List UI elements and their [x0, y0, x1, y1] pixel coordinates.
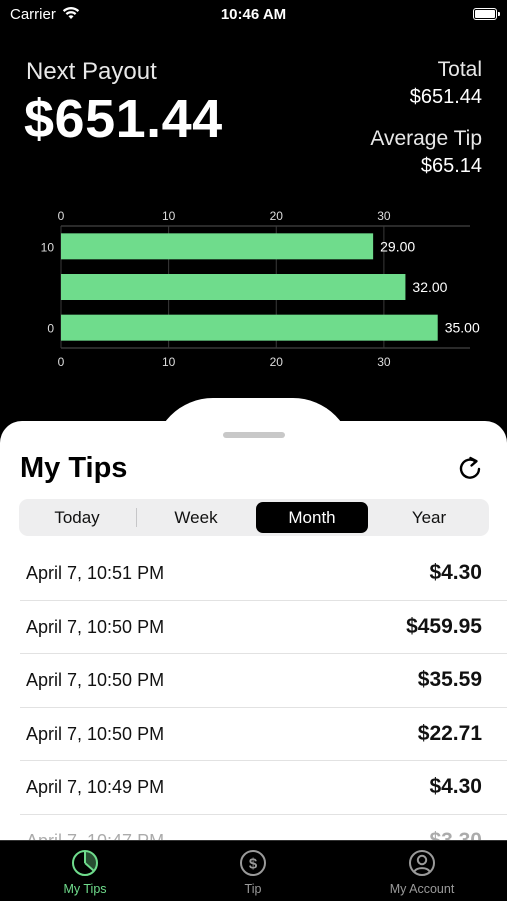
x-tick-label-bottom: 0	[58, 355, 65, 369]
tips-list: April 7, 10:51 PM $4.30 April 7, 10:50 P…	[0, 547, 507, 868]
next-payout-amount: $651.44	[24, 89, 223, 149]
y-tick-label: 10	[41, 240, 55, 254]
tips-sheet: My Tips Today Week Month Year April 7, 1…	[0, 421, 507, 900]
segment-month[interactable]: Month	[256, 502, 368, 533]
tip-amount: $4.30	[429, 775, 482, 798]
person-circle-icon	[362, 849, 482, 877]
list-item[interactable]: April 7, 10:50 PM $459.95	[0, 601, 507, 654]
segment-year[interactable]: Year	[372, 502, 486, 533]
x-tick-label-top: 10	[162, 209, 176, 223]
tips-bar-chart: 0 0 10 10 20 20 30 30 29.00 32.00 35.00 10 0	[41, 209, 480, 369]
tab-label: Tip	[244, 882, 262, 896]
total-label: Total	[437, 58, 482, 81]
sheet-grabber[interactable]	[223, 432, 285, 438]
tip-date: April 7, 10:50 PM	[26, 723, 165, 744]
refresh-icon[interactable]	[456, 455, 484, 483]
bar	[61, 233, 374, 260]
list-item[interactable]: April 7, 10:51 PM $4.30	[0, 547, 507, 601]
pie-chart-icon	[25, 849, 145, 877]
tab-label: My Tips	[63, 882, 107, 896]
bar-value-label: 32.00	[412, 279, 447, 295]
average-tip-label: Average Tip	[370, 127, 482, 150]
average-tip-stat: Average Tip $65.14	[370, 127, 482, 178]
segment-today[interactable]: Today	[22, 502, 132, 533]
status-bar: Carrier 10:46 AM	[0, 0, 507, 30]
tip-date: April 7, 10:50 PM	[26, 616, 165, 637]
x-tick-label-bottom: 10	[162, 355, 176, 369]
status-time: 10:46 AM	[220, 6, 287, 23]
tip-amount: $35.59	[417, 668, 482, 691]
tab-my-account[interactable]: My Account	[362, 849, 482, 896]
bar-value-label: 35.00	[445, 320, 480, 336]
tip-date: April 7, 10:51 PM	[26, 563, 165, 583]
total-value: $651.44	[409, 86, 482, 108]
sheet-title: My Tips	[20, 452, 128, 484]
tip-date: April 7, 10:50 PM	[26, 670, 165, 690]
tab-tip[interactable]: $ Tip	[193, 849, 313, 896]
tip-amount: $22.71	[417, 721, 482, 745]
x-tick-label-top: 30	[377, 209, 391, 223]
average-tip-value: $65.14	[420, 155, 482, 177]
x-tick-label-top: 20	[270, 209, 284, 223]
segment-divider	[136, 508, 137, 527]
svg-text:$: $	[249, 856, 258, 873]
y-tick-label: 0	[47, 322, 54, 336]
x-tick-label-bottom: 20	[270, 355, 284, 369]
dollar-circle-icon: $	[193, 849, 313, 877]
list-item[interactable]: April 7, 10:50 PM $22.71	[0, 708, 507, 761]
bar-value-label: 29.00	[380, 238, 415, 254]
total-stat: Total $651.44	[410, 58, 482, 109]
period-segmented-control: Today Week Month Year	[19, 499, 489, 536]
bar	[61, 314, 438, 341]
tip-amount: $459.95	[406, 614, 482, 638]
battery-icon	[473, 8, 500, 20]
segment-week[interactable]: Week	[140, 502, 252, 533]
tab-bar: My Tips $ Tip My Account	[0, 840, 507, 901]
x-tick-label-top: 0	[58, 209, 65, 223]
x-tick-label-bottom: 30	[377, 355, 391, 369]
tab-label: My Account	[389, 882, 455, 896]
tab-my-tips[interactable]: My Tips	[25, 849, 145, 896]
tip-amount: $4.30	[429, 561, 482, 584]
list-item[interactable]: April 7, 10:49 PM $4.30	[0, 761, 507, 815]
list-item[interactable]: April 7, 10:50 PM $35.59	[0, 654, 507, 708]
tip-date: April 7, 10:49 PM	[26, 777, 165, 797]
bar	[61, 274, 406, 300]
next-payout-label: Next Payout	[26, 58, 157, 85]
